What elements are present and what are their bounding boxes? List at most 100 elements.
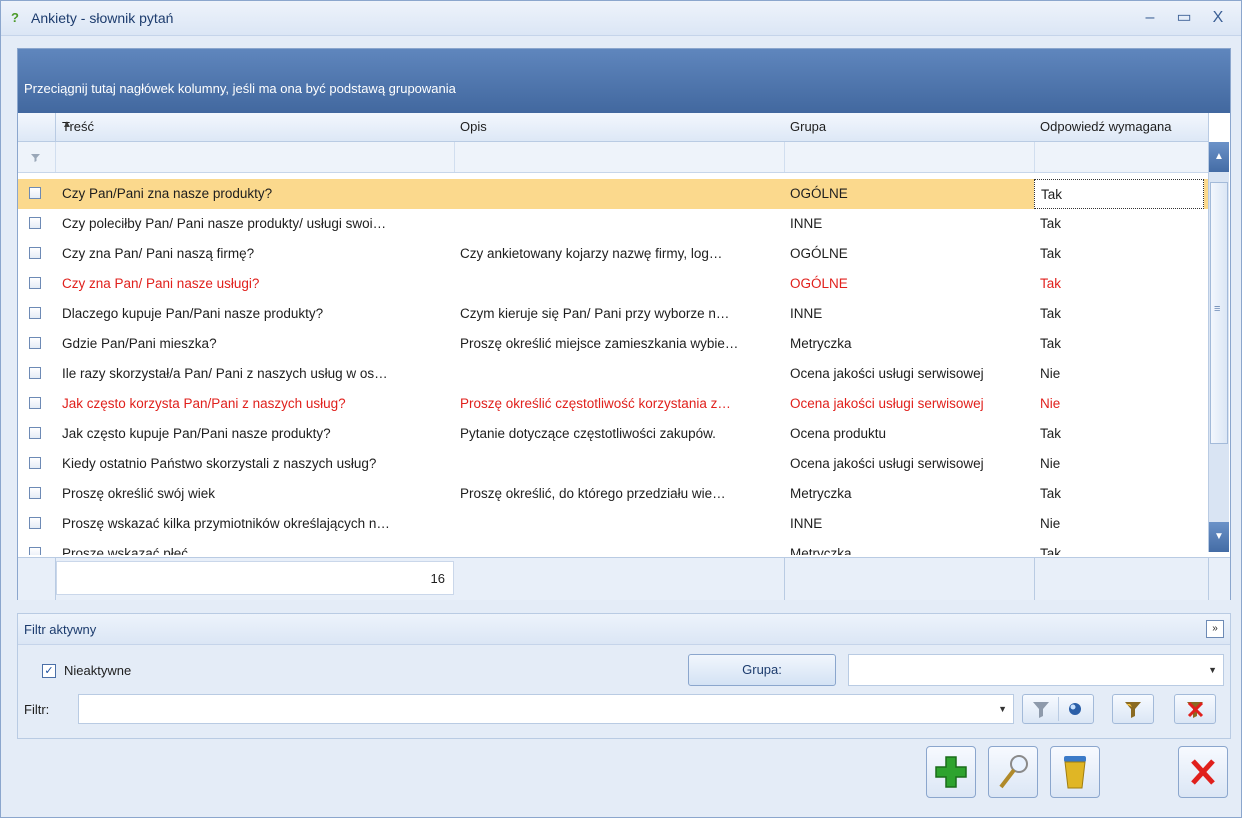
- table-row[interactable]: Ile razy skorzystał/a Pan/ Pani z naszyc…: [18, 359, 1208, 389]
- cell-tresc[interactable]: Dlaczego kupuje Pan/Pani nasze produkty?: [56, 299, 454, 329]
- table-row[interactable]: Gdzie Pan/Pani mieszka? Proszę określić m…: [18, 329, 1208, 359]
- cell-opis[interactable]: Proszę określić, do którego przedziału w…: [454, 479, 784, 509]
- cell-tresc[interactable]: Jak często korzysta Pan/Pani z naszych u…: [56, 389, 454, 419]
- row-checkbox[interactable]: [29, 517, 41, 529]
- row-checkbox[interactable]: [29, 397, 41, 409]
- cell-grupa[interactable]: OGÓLNE: [784, 179, 1034, 209]
- table-row[interactable]: Czy zna Pan/ Pani nasze usługi? OGÓLNE Tak: [18, 269, 1208, 299]
- cell-tresc[interactable]: Proszę wskazać kilka przymiotników okreś…: [56, 509, 454, 539]
- filter-apply-button[interactable]: [1022, 694, 1094, 724]
- inactive-label[interactable]: Nieaktywne: [64, 663, 131, 678]
- row-checkbox[interactable]: [29, 307, 41, 319]
- table-row[interactable]: Kiedy ostatnio Państwo skorzystali z nas…: [18, 449, 1208, 479]
- column-header-grupa[interactable]: Grupa: [784, 113, 1035, 142]
- cell-tresc[interactable]: Proszę wskazać płeć: [56, 539, 454, 555]
- cell-opis[interactable]: [454, 449, 784, 479]
- cell-grupa[interactable]: Ocena produktu: [784, 419, 1034, 449]
- cell-opis[interactable]: [454, 509, 784, 539]
- cell-opis[interactable]: Pytanie dotyczące częstotliwości zakupów…: [454, 419, 784, 449]
- cell-grupa[interactable]: INNE: [784, 299, 1034, 329]
- cell-tresc[interactable]: Kiedy ostatnio Państwo skorzystali z nas…: [56, 449, 454, 479]
- group-panel[interactable]: Przeciągnij tutaj nagłówek kolumny, jeśl…: [18, 49, 1230, 113]
- cell-odpowiedz[interactable]: Tak: [1034, 479, 1204, 509]
- vertical-scrollbar[interactable]: ▲ ≡ ▼: [1208, 142, 1229, 552]
- cell-odpowiedz[interactable]: Tak: [1034, 269, 1204, 299]
- cell-tresc[interactable]: Jak często kupuje Pan/Pani nasze produkt…: [56, 419, 454, 449]
- cell-tresc[interactable]: Gdzie Pan/Pani mieszka?: [56, 329, 454, 359]
- row-checkbox[interactable]: [29, 277, 41, 289]
- cell-opis[interactable]: [454, 359, 784, 389]
- cell-opis[interactable]: Czy ankietowany kojarzy nazwę firmy, log…: [454, 239, 784, 269]
- cell-odpowiedz[interactable]: Tak: [1034, 239, 1204, 269]
- minimize-button[interactable]: –: [1139, 7, 1161, 29]
- row-checkbox[interactable]: [29, 547, 41, 555]
- filter-cell-opis[interactable]: [454, 142, 785, 172]
- cell-tresc[interactable]: Proszę określić swój wiek: [56, 479, 454, 509]
- row-checkbox[interactable]: [29, 247, 41, 259]
- inactive-checkbox[interactable]: ✓: [42, 664, 56, 678]
- cell-grupa[interactable]: INNE: [784, 209, 1034, 239]
- cell-grupa[interactable]: INNE: [784, 509, 1034, 539]
- cell-odpowiedz[interactable]: Nie: [1034, 509, 1204, 539]
- cell-grupa[interactable]: Metryczka: [784, 329, 1034, 359]
- row-checkbox[interactable]: [29, 487, 41, 499]
- filter-clear-button[interactable]: [1112, 694, 1154, 724]
- cell-odpowiedz[interactable]: Tak: [1034, 179, 1204, 209]
- chevron-down-icon[interactable]: ▼: [998, 704, 1007, 714]
- cell-opis[interactable]: [454, 209, 784, 239]
- grupa-combo[interactable]: ▼: [848, 654, 1224, 686]
- cell-tresc[interactable]: Czy zna Pan/ Pani nasze usługi?: [56, 269, 454, 299]
- table-row[interactable]: Dlaczego kupuje Pan/Pani nasze produkty?…: [18, 299, 1208, 329]
- filter-remove-button[interactable]: [1174, 694, 1216, 724]
- row-checkbox[interactable]: [29, 427, 41, 439]
- table-row[interactable]: Jak często kupuje Pan/Pani nasze produkt…: [18, 419, 1208, 449]
- maximize-button[interactable]: ▭: [1173, 7, 1195, 29]
- cell-grupa[interactable]: Ocena jakości usługi serwisowej: [784, 359, 1034, 389]
- table-row[interactable]: Czy Pan/Pani zna nasze produkty? OGÓLNE Ta…: [18, 179, 1208, 209]
- cell-grupa[interactable]: Ocena jakości usługi serwisowej: [784, 389, 1034, 419]
- table-row[interactable]: Proszę określić swój wiek Proszę określić…: [18, 479, 1208, 509]
- cell-tresc[interactable]: Ile razy skorzystał/a Pan/ Pani z naszyc…: [56, 359, 454, 389]
- grupa-button[interactable]: Grupa:: [688, 654, 836, 686]
- cell-odpowiedz[interactable]: Tak: [1034, 329, 1204, 359]
- cell-odpowiedz[interactable]: Tak: [1034, 539, 1204, 555]
- column-header-tresc[interactable]: Treść ▲: [56, 113, 455, 142]
- cell-odpowiedz[interactable]: Nie: [1034, 389, 1204, 419]
- cell-grupa[interactable]: Metryczka: [784, 479, 1034, 509]
- cell-grupa[interactable]: Metryczka: [784, 539, 1034, 555]
- add-button[interactable]: [926, 746, 976, 798]
- cell-grupa[interactable]: OGÓLNE: [784, 269, 1034, 299]
- row-checkbox[interactable]: [29, 457, 41, 469]
- cell-opis[interactable]: [454, 539, 784, 555]
- cell-grupa[interactable]: OGÓLNE: [784, 239, 1034, 269]
- cell-opis[interactable]: Czym kieruje się Pan/ Pani przy wyborze …: [454, 299, 784, 329]
- cell-odpowiedz[interactable]: Nie: [1034, 359, 1204, 389]
- cell-opis[interactable]: Proszę określić miejsce zamieszkania wyb…: [454, 329, 784, 359]
- cell-tresc[interactable]: Czy zna Pan/ Pani naszą firmę?: [56, 239, 454, 269]
- table-row[interactable]: Czy poleciłby Pan/ Pani nasze produkty/ …: [18, 209, 1208, 239]
- scroll-up-button[interactable]: ▲: [1209, 142, 1229, 172]
- scroll-down-button[interactable]: ▼: [1209, 522, 1229, 552]
- cell-odpowiedz[interactable]: Tak: [1034, 419, 1204, 449]
- row-checkbox[interactable]: [29, 367, 41, 379]
- cell-odpowiedz[interactable]: Nie: [1034, 449, 1204, 479]
- collapse-icon[interactable]: »: [1206, 620, 1224, 638]
- row-checkbox[interactable]: [29, 187, 41, 199]
- filter-cell-grupa[interactable]: [784, 142, 1035, 172]
- chevron-down-icon[interactable]: ▼: [1208, 665, 1217, 675]
- filter-panel-header[interactable]: Filtr aktywny »: [18, 614, 1230, 645]
- cell-grupa[interactable]: Ocena jakości usługi serwisowej: [784, 449, 1034, 479]
- cell-tresc[interactable]: Czy Pan/Pani zna nasze produkty?: [56, 179, 454, 209]
- table-row[interactable]: Czy zna Pan/ Pani naszą firmę? Czy ankiet…: [18, 239, 1208, 269]
- table-row[interactable]: Proszę wskazać kilka przymiotników okreś…: [18, 509, 1208, 539]
- row-checkbox[interactable]: [29, 337, 41, 349]
- filter-cell-tresc[interactable]: [56, 142, 455, 172]
- filtr-input[interactable]: ▼: [78, 694, 1014, 724]
- cell-opis[interactable]: [454, 179, 784, 209]
- edit-button[interactable]: [988, 746, 1038, 798]
- close-button[interactable]: [1178, 746, 1228, 798]
- cell-opis[interactable]: [454, 269, 784, 299]
- table-row[interactable]: Jak często korzysta Pan/Pani z naszych u…: [18, 389, 1208, 419]
- cell-odpowiedz[interactable]: Tak: [1034, 299, 1204, 329]
- column-header-odpowiedz-wymagana[interactable]: Odpowiedź wymagana: [1034, 113, 1209, 142]
